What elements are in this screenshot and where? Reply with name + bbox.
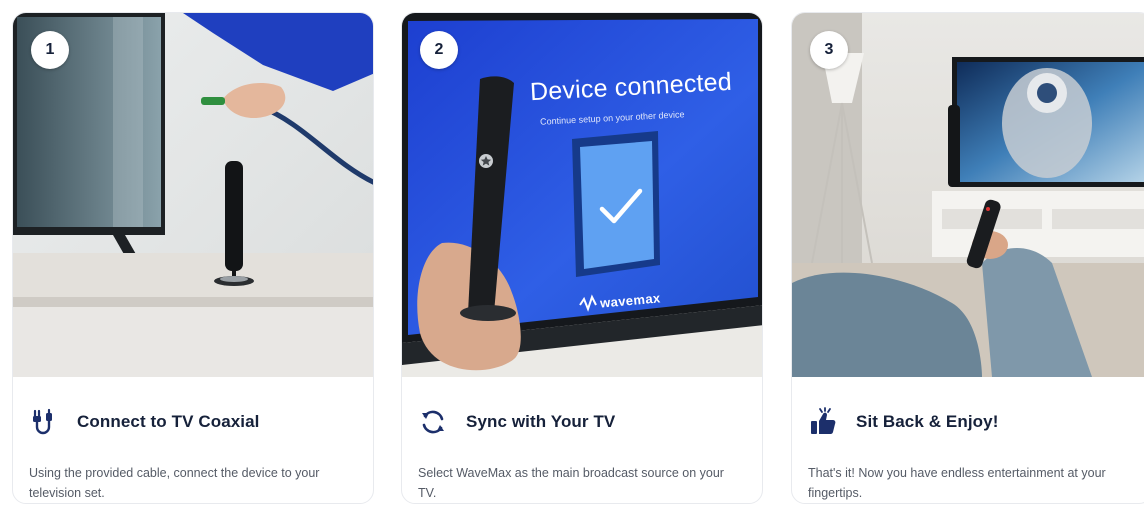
step-description: That's it! Now you have endless entertai… [808,466,1106,500]
thumbs-up-icon [808,407,838,437]
step-description: Using the provided cable, connect the de… [29,466,320,500]
step-number-badge: 2 [420,31,458,69]
step-1-info: Connect to TV Coaxial Using the provided… [13,377,373,503]
step-2-title-row: Sync with Your TV [418,407,615,437]
step-title: Sync with Your TV [466,412,616,431]
step-3-title-row: Sit Back & Enjoy! [808,407,998,437]
step-1-photo [13,13,373,377]
step-card-1: 1 Connect to TV Coaxial Using the provid… [12,12,374,504]
step-number-badge: 3 [810,31,848,69]
step-title: Sit Back & Enjoy! [856,412,999,431]
step-2-info: Sync with Your TV Select WaveMax as the … [402,377,762,503]
steps-section: 1 Connect to TV Coaxial Using the provid… [0,0,1144,510]
step-3-info: Sit Back & Enjoy! That's it! Now you hav… [792,377,1144,503]
cable-plug-icon [29,407,59,437]
sync-arrows-icon [418,407,448,437]
step-2-photo: Device connected Continue setup on your … [402,13,762,377]
step-card-2: Device connected Continue setup on your … [401,12,763,504]
step-title: Connect to TV Coaxial [77,412,260,431]
step-description: Select WaveMax as the main broadcast sou… [418,466,724,500]
step-number-badge: 1 [31,31,69,69]
step-1-title-row: Connect to TV Coaxial [29,407,260,437]
step-card-3: 3 Sit Back & Enjoy! That's it! Now you h… [791,12,1144,504]
step-3-photo [792,13,1144,377]
